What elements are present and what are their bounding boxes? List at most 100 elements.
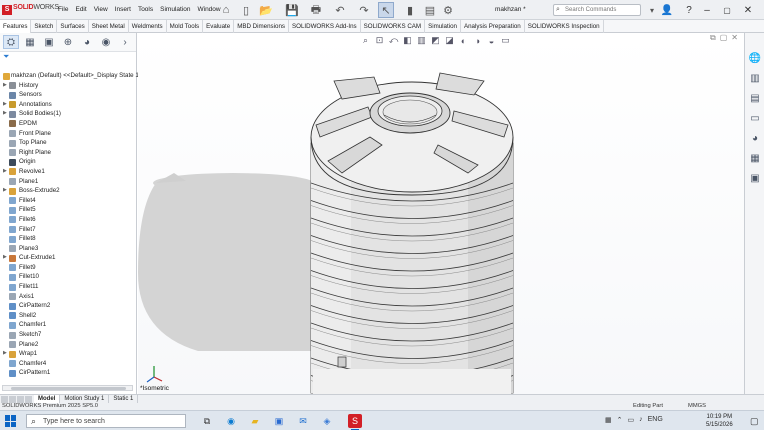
tree-item-plane1[interactable]: Plane1 — [0, 177, 137, 187]
maximize-button[interactable]: ▢ — [720, 3, 734, 17]
user-account-icon[interactable]: 👤 — [660, 3, 674, 17]
print-icon[interactable]: 🖶 — [308, 2, 324, 18]
file-properties-icon[interactable]: ▤ — [422, 2, 438, 18]
tree-item-front-plane[interactable]: Front Plane — [0, 129, 137, 139]
tree-item-fillet11[interactable]: Fillet11 — [0, 282, 137, 292]
cam-tab-icon[interactable]: ◉ — [98, 35, 114, 49]
volume-icon[interactable]: ♪ — [639, 416, 643, 424]
notifications-icon[interactable]: ▢ — [750, 416, 759, 427]
menu-insert[interactable]: Insert — [115, 6, 131, 13]
graphics-area[interactable]: ⌕ ⊡ ⤺ ◧ ▥ ◩ ◪ ◐ ◑ ◒ ▭ ⧉ ▢ ✕ *Isometric — [138, 33, 744, 394]
tab-features[interactable]: Features — [0, 20, 32, 33]
next-tab-icon[interactable] — [17, 395, 24, 403]
tree-item-fillet4[interactable]: Fillet4 — [0, 196, 137, 206]
design-library-icon[interactable]: ▥ — [748, 71, 762, 85]
tab-sketch[interactable]: Sketch — [31, 20, 58, 33]
tree-item-plane2[interactable]: Plane2 — [0, 340, 137, 350]
search-dropdown-icon[interactable]: ▾ — [644, 2, 660, 18]
menu-simulation[interactable]: Simulation — [160, 6, 190, 13]
tab-solidworks-cam[interactable]: SOLIDWORKS CAM — [361, 20, 426, 33]
expand-arrow-icon[interactable]: ▶ — [3, 100, 7, 110]
appearances-icon[interactable]: ◕ — [748, 131, 762, 145]
expand-arrow-icon[interactable]: ▶ — [3, 167, 7, 177]
tray-app-icon[interactable]: ▦ — [605, 416, 612, 424]
help-icon[interactable]: ? — [682, 3, 696, 17]
tank-model-3d[interactable] — [138, 33, 744, 394]
last-tab-icon[interactable] — [25, 395, 32, 403]
minimize-button[interactable]: – — [700, 3, 714, 17]
tab-solidworks-inspection[interactable]: SOLIDWORKS Inspection — [525, 20, 604, 33]
tab-mbd-dimensions[interactable]: MBD Dimensions — [234, 20, 289, 33]
tree-item-right-plane[interactable]: Right Plane — [0, 148, 137, 158]
tab-sheet-metal[interactable]: Sheet Metal — [89, 20, 129, 33]
tree-item-sensors[interactable]: Sensors — [0, 90, 137, 100]
solidworks-taskbar-icon[interactable]: S — [348, 414, 362, 430]
task-view-icon[interactable]: ⧉ — [200, 414, 214, 428]
tree-item-wrap1[interactable]: ▶ Wrap1 — [0, 349, 137, 359]
open-icon[interactable]: 📂 — [258, 2, 274, 18]
store-icon[interactable]: ▣ — [272, 414, 286, 428]
tree-item-fillet6[interactable]: Fillet6 — [0, 215, 137, 225]
configuration-manager-tab-icon[interactable]: ▣ — [41, 35, 57, 49]
tree-item-cut-extrude1[interactable]: ▶ Cut-Extrude1 — [0, 253, 137, 263]
windows-search-input[interactable]: ⌕ Type here to search — [26, 414, 186, 428]
tree-item-fillet10[interactable]: Fillet10 — [0, 272, 137, 282]
redo-icon[interactable]: ↷ — [356, 2, 372, 18]
mail-icon[interactable]: ✉ — [296, 414, 310, 428]
tab-weldments[interactable]: Weldments — [129, 20, 167, 33]
edge-browser-icon[interactable]: ◉ — [224, 414, 238, 428]
expand-arrow-icon[interactable]: ▶ — [3, 349, 7, 359]
display-manager-tab-icon[interactable]: ◕ — [79, 35, 95, 49]
expand-arrow-icon[interactable]: ▶ — [3, 109, 7, 119]
tree-item-plane3[interactable]: Plane3 — [0, 244, 137, 254]
new-document-icon[interactable]: ▯ — [238, 2, 254, 18]
tree-item-fillet9[interactable]: Fillet9 — [0, 263, 137, 273]
tab-solidworks-add-ins[interactable]: SOLIDWORKS Add-Ins — [289, 20, 361, 33]
tree-item-fillet5[interactable]: Fillet5 — [0, 205, 137, 215]
custom-properties-icon[interactable]: ▦ — [748, 151, 762, 165]
tree-item-shell2[interactable]: Shell2 — [0, 311, 137, 321]
tab-surfaces[interactable]: Surfaces — [57, 20, 89, 33]
system-clock[interactable]: 10:19 PM 5/15/2026 — [706, 413, 733, 429]
feature-manager-tab-icon[interactable]: ⛭ — [3, 35, 19, 49]
menu-edit[interactable]: Edit — [75, 6, 86, 13]
filter-icon[interactable]: ⏷ — [0, 52, 136, 62]
tree-horizontal-scrollbar[interactable] — [2, 385, 133, 391]
tree-item-history[interactable]: ▶ History — [0, 81, 137, 91]
file-explorer-icon[interactable]: ▤ — [748, 91, 762, 105]
tab-analysis-preparation[interactable]: Analysis Preparation — [461, 20, 525, 33]
search-commands-input[interactable]: ⌕ Search Commands — [553, 4, 641, 16]
menu-tools[interactable]: Tools — [138, 6, 153, 13]
tree-item-annotations[interactable]: ▶ Annotations — [0, 100, 137, 110]
undo-icon[interactable]: ↶ — [332, 2, 348, 18]
tree-item-sketch7[interactable]: Sketch7 — [0, 330, 137, 340]
tree-item-chamfer4[interactable]: Chamfer4 — [0, 359, 137, 369]
file-explorer-taskbar-icon[interactable]: ▰ — [248, 414, 262, 428]
home-icon[interactable]: ⌂ — [218, 2, 234, 18]
close-button[interactable]: ✕ — [741, 3, 755, 17]
tree-item-cirpattern2[interactable]: CirPattern2 — [0, 301, 137, 311]
more-tabs-icon[interactable]: › — [117, 35, 133, 49]
tree-item-revolve1[interactable]: ▶ Revolve1 — [0, 167, 137, 177]
status-unit-system[interactable]: MMGS — [688, 403, 706, 410]
expand-arrow-icon[interactable]: ▶ — [3, 81, 7, 91]
tree-item-epdm[interactable]: EPDM — [0, 119, 137, 129]
tab-simulation[interactable]: Simulation — [425, 20, 461, 33]
select-arrow-icon[interactable]: ↖ — [378, 2, 394, 18]
network-icon[interactable]: ▭ — [628, 416, 635, 424]
menu-file[interactable]: File — [58, 6, 68, 13]
language-indicator[interactable]: ENG — [648, 416, 663, 424]
dimxpert-tab-icon[interactable]: ⊕ — [60, 35, 76, 49]
solidworks-logo[interactable]: S SOLIDWORKS — [2, 4, 59, 15]
tree-item-boss-extrude2[interactable]: ▶ Boss-Extrude2 — [0, 186, 137, 196]
teams-icon[interactable]: ◈ — [320, 414, 334, 428]
previous-tab-icon[interactable] — [9, 395, 16, 403]
menu-view[interactable]: View — [94, 6, 108, 13]
save-icon[interactable]: 💾 — [284, 2, 300, 18]
forum-icon[interactable]: ▣ — [748, 171, 762, 185]
scrollbar-thumb[interactable] — [11, 387, 126, 390]
tree-item-solid-bodies-1[interactable]: ▶ Solid Bodies(1) — [0, 109, 137, 119]
tab-evaluate[interactable]: Evaluate — [203, 20, 235, 33]
windows-start-button[interactable] — [5, 415, 17, 427]
tree-item-top-plane[interactable]: Top Plane — [0, 138, 137, 148]
